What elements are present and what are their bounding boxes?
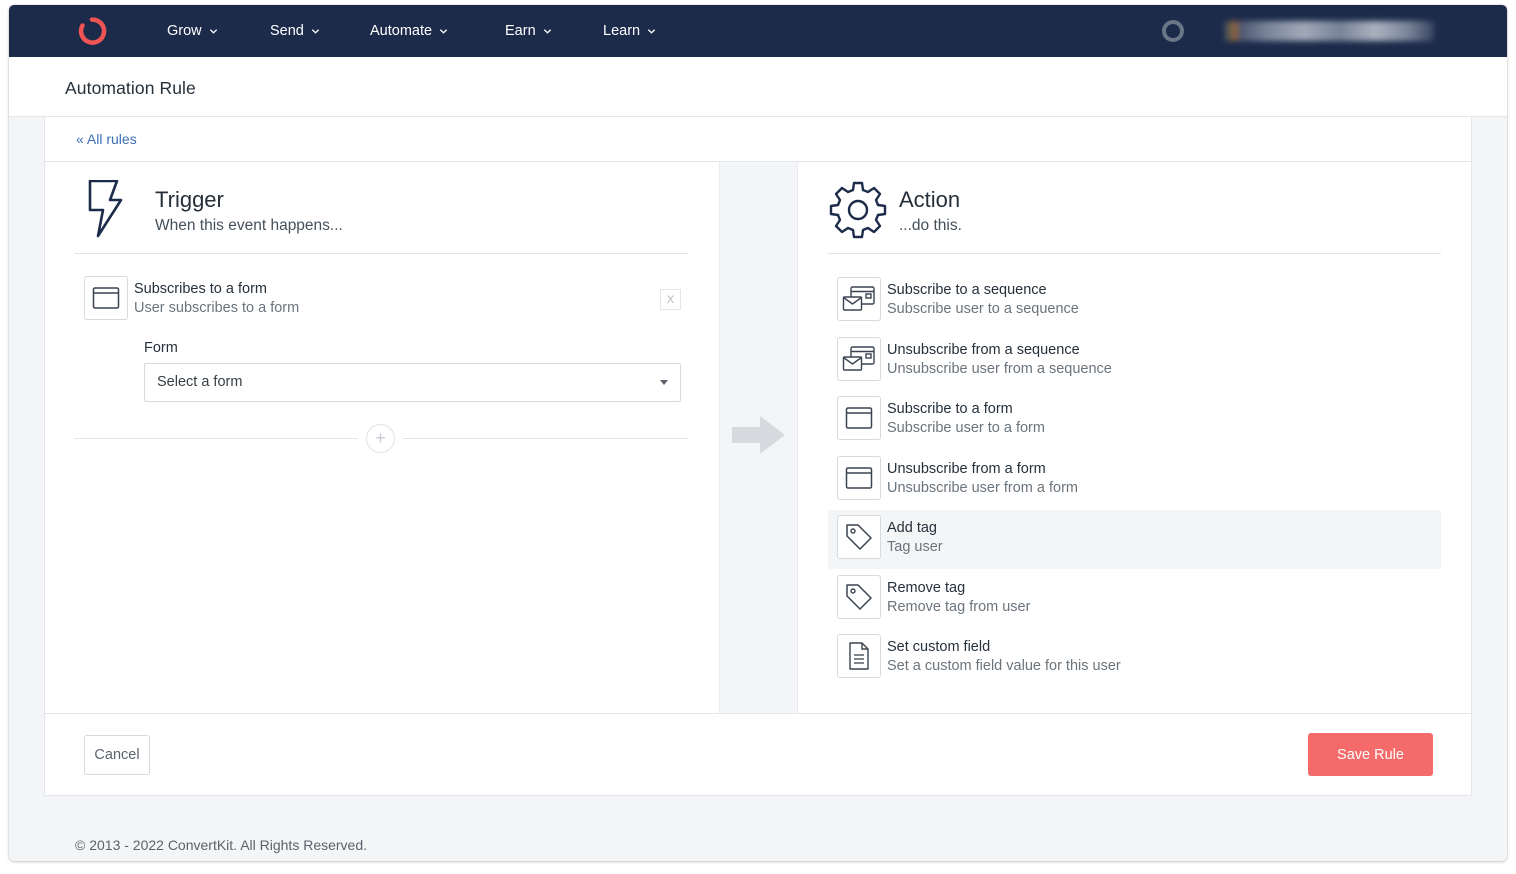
trigger-header: Trigger When this event happens... [84, 180, 684, 250]
chevron-down-icon [439, 28, 448, 34]
divider [74, 438, 358, 439]
form-select[interactable]: Select a form [144, 363, 681, 402]
trigger-item-subscribes-form: Subscribes to a form User subscribes to … [84, 276, 682, 322]
action-item-subscribe-form[interactable]: Subscribe to a form Subscribe user to a … [828, 391, 1441, 450]
app-window: Grow Send Automate Earn Learn Automation… [9, 5, 1507, 861]
page-title: Automation Rule [65, 78, 196, 98]
gear-icon [829, 181, 887, 239]
action-item-remove-tag[interactable]: Remove tag Remove tag from user [828, 570, 1441, 629]
remove-trigger-button[interactable]: X [660, 289, 681, 310]
trigger-panel: Trigger When this event happens... Subsc… [45, 162, 719, 713]
save-rule-button[interactable]: Save Rule [1308, 733, 1433, 776]
action-header: Action ...do this. [828, 180, 1428, 250]
divider [828, 253, 1441, 254]
document-icon-box [837, 634, 881, 678]
action-item-title: Subscribe to a form [887, 401, 1013, 417]
tag-icon [846, 584, 872, 610]
sequence-icon [842, 346, 875, 371]
action-item-set-custom-field[interactable]: Set custom field Set a custom field valu… [828, 629, 1441, 688]
chevron-down-icon [311, 28, 320, 34]
action-item-title: Unsubscribe from a sequence [887, 342, 1080, 358]
all-rules-link[interactable]: « All rules [76, 131, 137, 147]
trigger-item-subtitle: User subscribes to a form [134, 300, 300, 316]
form-icon-box [84, 276, 128, 320]
action-panel: Action ...do this. Subscribe to a sequen… [798, 162, 1473, 713]
action-subtitle: ...do this. [899, 217, 962, 234]
nav-automate-label: Automate [370, 23, 433, 39]
nav-send-label: Send [270, 23, 304, 39]
action-item-subtitle: Remove tag from user [887, 599, 1031, 615]
nav-learn[interactable]: Learn [603, 5, 656, 57]
arrow-right-icon [732, 416, 785, 454]
action-item-title: Subscribe to a sequence [887, 282, 1047, 298]
action-item-subtitle: Subscribe user to a form [887, 420, 1045, 436]
form-field-label: Form [144, 340, 178, 356]
nav-earn-label: Earn [505, 23, 536, 39]
trigger-subtitle: When this event happens... [155, 217, 343, 234]
chevron-down-icon [543, 28, 551, 34]
nav-earn[interactable]: Earn [505, 5, 552, 57]
nav-learn-label: Learn [603, 23, 641, 39]
form-icon-box [837, 396, 881, 440]
lightning-icon [88, 180, 123, 238]
action-title: Action [899, 187, 961, 212]
sequence-icon-box [837, 277, 881, 321]
cancel-button[interactable]: Cancel [84, 735, 150, 775]
sequence-icon-box [837, 337, 881, 381]
account-menu[interactable] [1224, 21, 1434, 41]
divider [403, 438, 688, 439]
action-item-subscribe-sequence[interactable]: Subscribe to a sequence Subscribe user t… [828, 272, 1441, 331]
flow-arrow-column [719, 162, 798, 713]
add-trigger-button[interactable]: + [366, 424, 395, 453]
action-item-unsubscribe-sequence[interactable]: Unsubscribe from a sequence Unsubscribe … [828, 332, 1441, 391]
help-icon[interactable] [1162, 20, 1184, 42]
convertkit-logo-icon[interactable] [75, 15, 107, 47]
nav-grow-label: Grow [167, 23, 202, 39]
nav-grow[interactable]: Grow [167, 5, 218, 57]
action-item-subtitle: Set a custom field value for this user [887, 658, 1121, 674]
action-item-subtitle: Unsubscribe user from a sequence [887, 361, 1112, 377]
rule-card: « All rules Trigger When this event happ… [44, 117, 1472, 796]
form-icon-box [837, 456, 881, 500]
action-item-subtitle: Unsubscribe user from a form [887, 480, 1078, 496]
form-icon [92, 287, 120, 309]
caret-down-icon [660, 380, 668, 385]
plus-icon: + [375, 428, 386, 448]
form-select-value: Select a form [157, 374, 243, 390]
action-item-title: Remove tag [887, 580, 966, 596]
divider [45, 713, 1471, 714]
tag-icon-box [837, 575, 881, 619]
action-item-title: Unsubscribe from a form [887, 461, 1046, 477]
tag-icon [846, 524, 872, 550]
chevron-down-icon [209, 28, 217, 34]
action-item-subtitle: Subscribe user to a sequence [887, 301, 1079, 317]
nav-send[interactable]: Send [270, 5, 320, 57]
nav-automate[interactable]: Automate [370, 5, 448, 57]
trigger-title: Trigger [155, 187, 224, 212]
action-item-title: Set custom field [887, 639, 991, 655]
document-icon [849, 642, 869, 670]
action-item-subtitle: Tag user [887, 539, 943, 555]
top-nav: Grow Send Automate Earn Learn [9, 5, 1507, 57]
action-item-add-tag[interactable]: Add tag Tag user [828, 510, 1441, 569]
divider [74, 253, 688, 254]
form-icon [845, 467, 873, 489]
form-icon [845, 407, 873, 429]
copyright-text: © 2013 - 2022 ConvertKit. All Rights Res… [75, 837, 368, 853]
sequence-icon [842, 286, 875, 311]
trigger-item-title: Subscribes to a form [134, 281, 267, 297]
action-item-title: Add tag [887, 520, 937, 536]
tag-icon-box [837, 515, 881, 559]
chevron-down-icon [647, 28, 656, 34]
action-item-unsubscribe-form[interactable]: Unsubscribe from a form Unsubscribe user… [828, 451, 1441, 510]
page-header: Automation Rule [9, 57, 1507, 117]
